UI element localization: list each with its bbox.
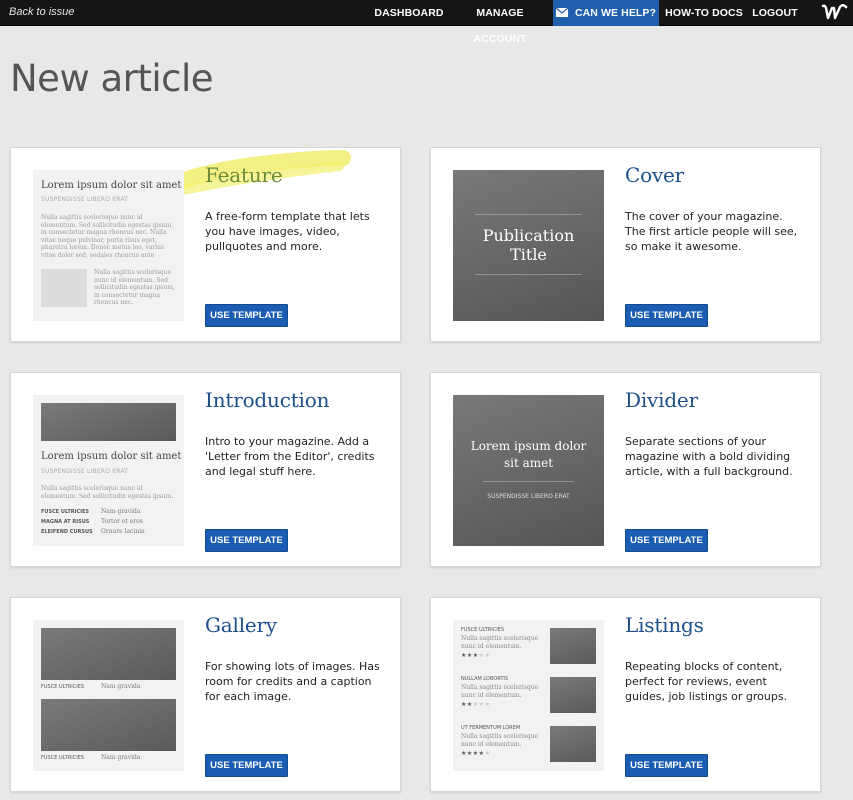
preview-body-text: Nulla sagittis scelerisque nunc id eleme…: [41, 485, 174, 500]
nav-can-we-help-label: CAN WE HELP?: [574, 7, 657, 19]
feature-preview: Lorem ipsum dolor sit amet SUSPENDISSE L…: [33, 170, 184, 321]
use-template-button-introduction[interactable]: USE TEMPLATE: [205, 529, 288, 552]
caption-value: Nam gravida: [101, 683, 141, 690]
caption-value: Nam gravida: [101, 754, 141, 761]
preview-title-line1: Publication: [482, 226, 575, 245]
preview-image-placeholder: [41, 269, 87, 307]
use-template-button-divider[interactable]: USE TEMPLATE: [625, 529, 708, 552]
caption-label: FUSCE ULTRICIES: [41, 755, 85, 761]
listing-label: UT FERMENTUM LOREM: [461, 725, 521, 731]
template-title: Divider: [625, 388, 698, 412]
template-description: Separate sections of your magazine with …: [625, 435, 793, 478]
preview-headline-line1: Lorem ipsum dolor: [470, 439, 587, 453]
template-title: Cover: [625, 163, 685, 187]
listing-text: Nulla sagittis scelerisque nunc id eleme…: [461, 733, 539, 748]
credit-label: MAGNA AT RISUS: [41, 519, 90, 525]
listing-text: Nulla sagittis scelerisque nunc id eleme…: [461, 684, 539, 699]
preview-kicker: SUSPENDISSE LIBERO ERAT: [41, 468, 129, 475]
use-template-button-feature[interactable]: USE TEMPLATE: [205, 304, 288, 327]
listing-image: [550, 726, 596, 762]
template-card-divider: Lorem ipsum dolor sit amet SUSPENDISSE L…: [430, 372, 821, 567]
preview-rule-top: [475, 214, 582, 215]
listing-rating: ★★★★★: [461, 750, 490, 757]
template-description: A free-form template that lets you have …: [205, 210, 370, 253]
star-icon: ★: [484, 702, 491, 708]
preview-headline: Lorem ipsum dolor sit amet: [41, 451, 182, 462]
template-description: For showing lots of images. Has room for…: [205, 660, 380, 703]
back-to-issue-link[interactable]: Back to issue: [9, 6, 74, 18]
listings-preview: FUSCE ULTRICIES Nulla sagittis scelerisq…: [453, 620, 604, 771]
credit-value: Nam gravida: [101, 508, 141, 515]
use-template-button-cover[interactable]: USE TEMPLATE: [625, 304, 708, 327]
star-icon: ★: [484, 751, 491, 757]
preview-background: [453, 395, 604, 546]
mail-icon: [555, 8, 568, 17]
use-template-button-gallery[interactable]: USE TEMPLATE: [205, 754, 288, 777]
nav-can-we-help[interactable]: CAN WE HELP?: [553, 0, 659, 26]
template-description: The cover of your magazine. The first ar…: [625, 210, 798, 253]
nav-manage-account[interactable]: MANAGE ACCOUNT: [449, 0, 551, 45]
w-logo-icon[interactable]: [818, 1, 850, 25]
top-navigation-bar: Back to issue DASHBOARD MANAGE ACCOUNT C…: [0, 0, 853, 45]
preview-title-line2: Title: [510, 245, 547, 264]
credit-label: FUSCE ULTRICIES: [41, 509, 89, 515]
listing-label: NULLAM LOBORTIS: [461, 676, 509, 682]
nav-dashboard[interactable]: DASHBOARD: [371, 0, 447, 26]
star-icon: ★: [484, 653, 491, 659]
template-card-introduction: Lorem ipsum dolor sit amet SUSPENDISSE L…: [10, 372, 401, 567]
nav-how-to-docs[interactable]: HOW-TO DOCS: [661, 0, 747, 26]
divider-preview: Lorem ipsum dolor sit amet SUSPENDISSE L…: [453, 395, 604, 546]
preview-headline: Lorem ipsum dolor sit amet: [41, 180, 182, 191]
preview-kicker: SUSPENDISSE LIBERO ERAT: [487, 493, 570, 500]
credit-value: Ornare lacinia: [101, 528, 145, 535]
credit-value: Tortor et eros: [101, 518, 143, 525]
preview-gallery-image: [41, 628, 176, 680]
template-card-listings: FUSCE ULTRICIES Nulla sagittis scelerisq…: [430, 597, 821, 792]
preview-side-text: Nulla sagittis scelerisque nunc id eleme…: [94, 269, 175, 306]
preview-rule-bottom: [475, 274, 582, 275]
template-title: Introduction: [205, 388, 330, 412]
listing-text: Nulla sagittis scelerisque nunc id eleme…: [461, 635, 539, 650]
nav-logout[interactable]: LOGOUT: [749, 0, 801, 26]
template-description: Repeating blocks of content, perfect for…: [625, 660, 788, 703]
cover-preview: Publication Title: [453, 170, 604, 321]
preview-headline-line2: sit amet: [503, 456, 554, 470]
listing-rating: ★★★★★: [461, 701, 490, 708]
preview-body-text: Nulla sagittis scelerisque nunc id eleme…: [41, 214, 174, 259]
introduction-preview: Lorem ipsum dolor sit amet SUSPENDISSE L…: [33, 395, 184, 546]
listing-image: [550, 628, 596, 664]
template-card-cover: Publication Title Cover The cover of you…: [430, 147, 821, 342]
use-template-button-listings[interactable]: USE TEMPLATE: [625, 754, 708, 777]
preview-gallery-image: [41, 699, 176, 751]
template-card-feature: Lorem ipsum dolor sit amet SUSPENDISSE L…: [10, 147, 401, 342]
preview-rule: [483, 481, 574, 482]
listing-rating: ★★★★★: [461, 652, 490, 659]
listing-label: FUSCE ULTRICIES: [461, 627, 505, 633]
preview-banner-image: [41, 403, 176, 441]
gallery-preview: FUSCE ULTRICIES Nam gravida FUSCE ULTRIC…: [33, 620, 184, 771]
preview-kicker: SUSPENDISSE LIBERO ERAT: [41, 196, 129, 203]
template-card-gallery: FUSCE ULTRICIES Nam gravida FUSCE ULTRIC…: [10, 597, 401, 792]
template-title: Gallery: [205, 613, 277, 637]
caption-label: FUSCE ULTRICIES: [41, 684, 85, 690]
listing-image: [550, 677, 596, 713]
template-description: Intro to your magazine. Add a 'Letter fr…: [205, 435, 375, 478]
template-title: Feature: [205, 163, 283, 187]
template-title: Listings: [625, 613, 704, 637]
credit-label: ELEIFEND CURSUS: [41, 529, 93, 535]
page-title: New article: [10, 57, 214, 100]
